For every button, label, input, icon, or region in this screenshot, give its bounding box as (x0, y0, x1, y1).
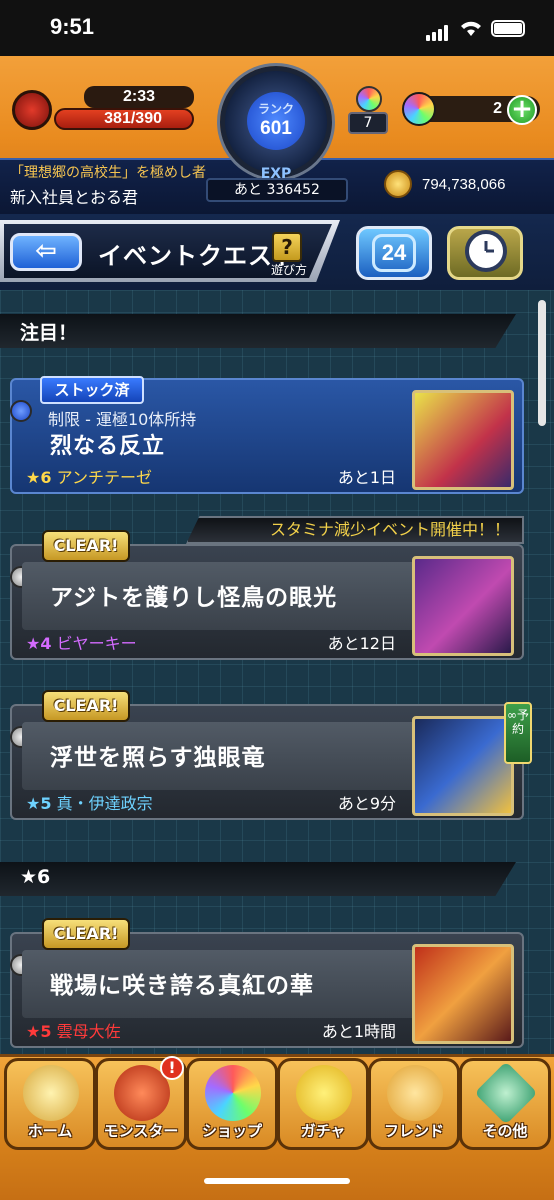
clear-tag: CLEAR! (42, 530, 130, 562)
status-time: 9:51 (50, 14, 95, 39)
tab-label: その他 (482, 1122, 528, 1140)
gem-icon[interactable] (356, 86, 382, 112)
tab-friend[interactable]: フレンド (368, 1058, 460, 1150)
stock-tag: ストック済 (40, 376, 144, 404)
home-icon (23, 1065, 79, 1121)
quest-title: 戦場に咲き誇る真紅の華 (50, 973, 314, 999)
stamina-value[interactable]: 381/390 (54, 108, 194, 130)
rarity-star: ★4 (26, 634, 52, 653)
friend-icon (387, 1065, 443, 1121)
orb-icon (402, 92, 436, 126)
quest-card-4[interactable]: CLEAR! 戦場に咲き誇る真紅の華 ★5 雲母大佐 あと1時間 (10, 918, 524, 1048)
player-name: 新入社員とおる君 (10, 188, 139, 207)
tab-label: ショップ (201, 1122, 262, 1140)
quest-restriction: 制限 - 運極10体所持 (48, 410, 197, 429)
tab-label: ホーム (27, 1122, 73, 1140)
help-icon[interactable]: ? (272, 232, 302, 262)
rank-value: 601 (260, 118, 292, 139)
rarity-star: ★5 (26, 794, 52, 813)
section-title: ★6 (20, 866, 51, 888)
shop-icon (205, 1065, 261, 1121)
section-header-star6: ★6 (0, 862, 516, 896)
tab-home[interactable]: ホーム (4, 1058, 96, 1150)
quest-monster: ★6 アンチテーゼ (26, 464, 152, 488)
section-title: 注目！ (20, 322, 78, 344)
gem-count: 7 (348, 112, 388, 134)
coin-count: 794,738,066 (422, 176, 506, 193)
signal-icon (426, 22, 450, 41)
monster-thumbnail (412, 390, 514, 490)
wifi-icon (461, 21, 481, 36)
rarity-star: ★6 (26, 468, 52, 487)
stamina-timer: 2:33 (84, 86, 194, 108)
add-orb-button[interactable]: + (507, 95, 537, 125)
stamina-icon[interactable] (12, 90, 52, 130)
home-indicator[interactable] (204, 1178, 350, 1184)
monster-thumbnail (412, 944, 514, 1044)
orb-count: 2 (493, 100, 502, 117)
monster-name: 真・伊達政宗 (56, 794, 153, 813)
clear-tag: CLEAR! (42, 918, 130, 950)
tab-shop[interactable]: ショップ (186, 1058, 278, 1150)
quest-card-1[interactable]: ストック済 制限 - 運極10体所持 烈なる反立 ★6 アンチテーゼ あと1日 (10, 376, 524, 494)
monster-name: 雲母大佐 (56, 1022, 121, 1041)
time-remaining: あと1時間 (321, 1022, 396, 1041)
reserve-tag[interactable]: ∞予約 (504, 702, 532, 764)
time-remaining: あと1日 (337, 468, 396, 487)
tab-label: ガチャ (300, 1122, 346, 1140)
exp-remaining: あと 336452 (206, 178, 348, 202)
tab-other[interactable]: その他 (459, 1058, 551, 1150)
player-title: 「理想郷の高校生」を極めし者 (10, 165, 206, 181)
help-label[interactable]: 遊び方 (266, 261, 312, 278)
clear-tag: CLEAR! (42, 690, 130, 722)
section-header-featured: 注目！ (0, 314, 516, 348)
stamina-event-banner: スタミナ減少イベント開催中！！ (186, 516, 524, 544)
gacha-icon (296, 1065, 352, 1121)
quest-title: 浮世を照らす独眼竜 (50, 745, 266, 771)
tab-gacha[interactable]: ガチャ (277, 1058, 369, 1150)
quest-monster: ★5 雲母大佐 (26, 1018, 121, 1042)
quest-title: 烈なる反立 (50, 434, 166, 459)
quest-card-3[interactable]: CLEAR! 浮世を照らす独眼竜 ★5 真・伊達政宗 あと9分 (10, 690, 524, 820)
quest-card-2[interactable]: CLEAR! アジトを護りし怪鳥の眼光 ★4 ビヤーキー あと12日 (10, 530, 524, 660)
monster-name: アンチテーゼ (56, 468, 152, 487)
scrollbar[interactable] (538, 300, 546, 426)
quest-monster: ★4 ビヤーキー (26, 630, 137, 654)
tab-label: フレンド (383, 1122, 444, 1140)
event-count: 24 (372, 234, 416, 272)
pin-icon (10, 400, 32, 422)
quest-title: アジトを護りし怪鳥の眼光 (50, 585, 338, 611)
rank-label: ランク (257, 102, 294, 116)
back-button[interactable]: ⇦ (10, 233, 82, 271)
monster-name: ビヤーキー (56, 634, 137, 653)
monster-notification-badge: ! (160, 1056, 184, 1080)
battery-icon (491, 20, 525, 37)
quest-monster: ★5 真・伊達政宗 (26, 790, 153, 814)
time-remaining: あと9分 (337, 794, 396, 813)
other-icon (474, 1061, 538, 1125)
monster-thumbnail (412, 716, 514, 816)
coin-icon (384, 170, 412, 198)
clock-icon (465, 230, 507, 272)
rarity-star: ★5 (26, 1022, 52, 1041)
monster-thumbnail (412, 556, 514, 656)
time-remaining: あと12日 (327, 634, 396, 653)
tab-label: モンスター (103, 1122, 179, 1140)
